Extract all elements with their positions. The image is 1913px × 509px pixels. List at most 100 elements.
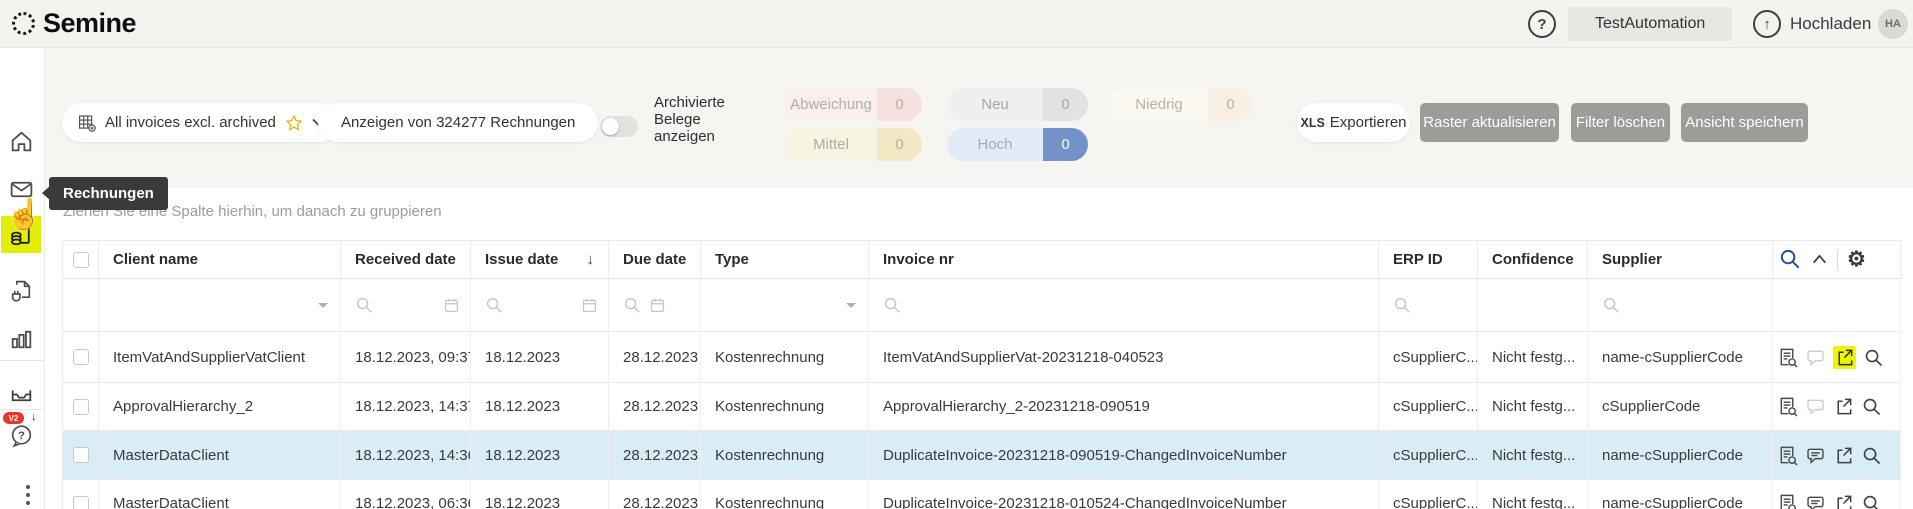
external-link-icon[interactable] [1834,347,1855,368]
more-menu-button[interactable] [26,485,30,505]
preview-search-icon[interactable] [1861,493,1882,509]
external-link-icon[interactable] [1833,493,1854,509]
col-confidence[interactable]: Confidence [1478,241,1588,279]
col-supplier[interactable]: Supplier [1588,241,1773,279]
comment-icon[interactable] [1805,396,1826,417]
table-row[interactable]: ItemVatAndSupplierVatClient 18.12.2023, … [63,332,1902,383]
comment-icon-with-notes[interactable] [1805,445,1826,466]
col-due-date[interactable]: Due date [609,241,701,279]
row-checkbox[interactable] [72,398,89,415]
cell-due: 28.12.2023 [609,332,701,383]
comment-icon[interactable] [1805,347,1826,368]
open-invoice-highlight[interactable] [1833,345,1856,369]
col-type[interactable]: Type [701,241,869,279]
cell-issue: 18.12.2023 [471,332,609,383]
table-row[interactable]: MasterDataClient 18.12.2023, 06:36 18.12… [63,480,1902,509]
badge-neu[interactable]: Neu 0 [947,88,1088,121]
sidebar-item-import-v2[interactable] [6,378,36,408]
filter-client-name[interactable] [99,279,341,332]
filter-type[interactable] [701,279,869,332]
collapse-search-chevron-up-icon[interactable] [1811,251,1828,268]
upload-arrow-icon: ↑ [1753,10,1781,38]
sidebar-divider [0,360,45,361]
sidebar-item-help[interactable]: ? [6,420,36,450]
workspace-button[interactable]: TestAutomation [1568,7,1733,41]
invoice-grid: Client name Received date Issue date ↓ Du… [62,240,1902,509]
col-received-date[interactable]: Received date [341,241,471,279]
filter-supplier[interactable] [1588,279,1773,332]
filter-received-date[interactable] [341,279,471,332]
row-actions [1773,332,1901,383]
grid-filter-row [63,279,1902,332]
badge-abweichung[interactable]: Abweichung 0 [785,88,922,121]
badge-mittel[interactable]: Mittel 0 [785,128,922,161]
col-issue-date[interactable]: Issue date ↓ [471,241,609,279]
search-icon [884,297,900,313]
calendar-icon[interactable] [443,296,460,314]
cell-due: 28.12.2023 [609,431,701,480]
help-button[interactable]: ? [1528,10,1556,38]
column-settings-gear-icon[interactable]: ⚙ [1847,249,1866,270]
app-logo: Semine [12,8,137,39]
filter-invoice-nr[interactable] [869,279,1379,332]
view-selector-dropdown[interactable]: All invoices excl. archived [62,103,340,142]
col-invoice-nr[interactable]: Invoice nr [869,241,1379,279]
row-actions [1773,383,1901,431]
cell-invoice: ApprovalHierarchy_2-20231218-090519 [869,383,1379,431]
sidebar-item-einvoice[interactable] [6,276,36,306]
invoice-count-pill[interactable]: Anzeigen von 324277 Rechnungen [318,103,599,142]
select-all-cell[interactable] [63,241,99,279]
sidebar-nav: V2 ↓ ? [0,48,45,509]
archived-toggle[interactable] [600,116,638,137]
sidebar-item-reports[interactable] [6,324,36,354]
cell-received: 18.12.2023, 06:36 [341,480,471,509]
comment-icon-with-notes[interactable] [1805,493,1826,509]
combo-arrow-icon[interactable] [846,302,856,308]
grid-search-icon[interactable] [1779,248,1802,271]
preview-search-icon[interactable] [1863,347,1884,368]
row-checkbox[interactable] [72,447,89,463]
cell-client: ApprovalHierarchy_2 [99,383,341,431]
cell-client: MasterDataClient [99,480,341,509]
filter-erp-id[interactable] [1379,279,1478,332]
preview-search-icon[interactable] [1861,396,1882,417]
user-avatar[interactable]: HA [1878,9,1908,39]
grid-header-row: Client name Received date Issue date ↓ Du… [63,241,1902,279]
cell-issue: 18.12.2023 [471,383,609,431]
external-link-icon[interactable] [1833,445,1854,466]
col-erp-id[interactable]: ERP ID [1379,241,1478,279]
save-view-button[interactable]: Ansicht speichern [1681,103,1808,142]
filter-due-date[interactable] [609,279,701,332]
invoice-details-icon[interactable] [1777,347,1798,368]
preview-search-icon[interactable] [1861,445,1882,466]
sidebar-item-home[interactable] [6,126,36,156]
cell-client: ItemVatAndSupplierVatClient [99,332,341,383]
combo-arrow-icon[interactable] [318,302,328,308]
cell-supplier: name-cSupplierCode [1588,480,1773,509]
favorite-star-icon[interactable] [285,114,303,132]
cell-due: 28.12.2023 [609,480,701,509]
invoice-details-icon[interactable] [1777,396,1798,417]
select-all-checkbox[interactable] [72,251,89,268]
badge-hoch[interactable]: Hoch 0 [947,128,1088,161]
calendar-icon[interactable] [581,296,598,314]
col-client-name[interactable]: Client name [99,241,341,279]
badge-niedrig[interactable]: Niedrig 0 [1110,88,1253,121]
row-checkbox[interactable] [72,349,89,365]
calendar-icon[interactable] [649,296,666,314]
table-row[interactable]: ApprovalHierarchy_2 18.12.2023, 14:37 18… [63,383,1902,431]
row-checkbox[interactable] [72,495,89,509]
xls-export-button[interactable]: XLS Exportieren [1297,103,1410,142]
invoice-details-icon[interactable] [1777,493,1798,509]
inbox-tray-icon [11,389,31,401]
external-link-icon[interactable] [1833,396,1854,417]
filter-issue-date[interactable] [471,279,609,332]
filter-confidence[interactable] [1478,279,1588,332]
refresh-grid-button[interactable]: Raster aktualisieren [1420,103,1559,142]
clear-filter-button[interactable]: Filter löschen [1571,103,1670,142]
invoice-details-icon[interactable] [1777,445,1798,466]
table-row-selected[interactable]: MasterDataClient 18.12.2023, 14:36 18.12… [63,431,1902,480]
upload-button[interactable]: ↑ Hochladen [1753,10,1871,38]
search-icon [624,297,640,313]
badge-count-selected: 0 [1043,128,1088,161]
